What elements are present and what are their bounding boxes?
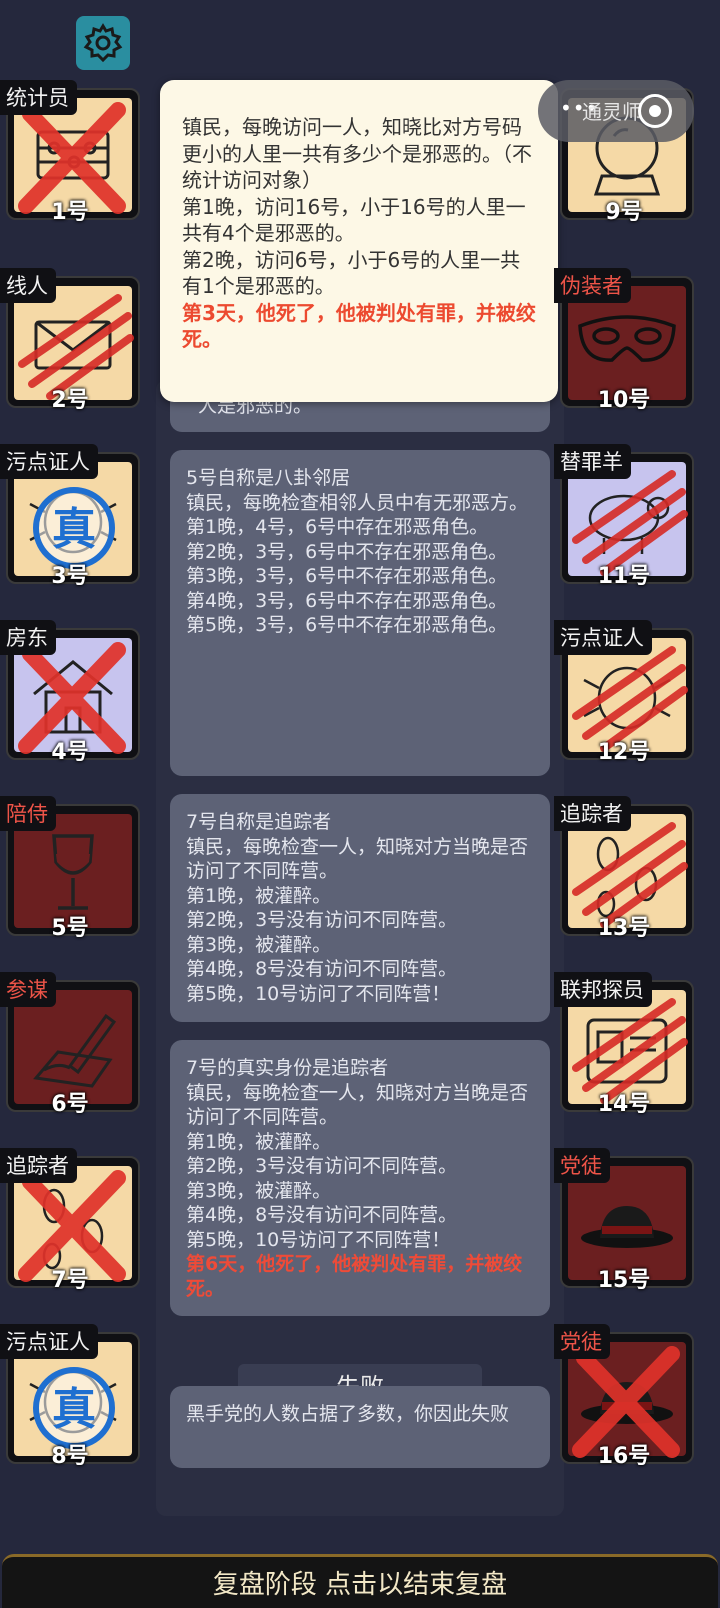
player-number: 16号 [597,1444,651,1469]
player-card-16[interactable]: 真污点证人 8号 [0,1324,140,1469]
log-line: 第4晚，8号没有访问不同阵营。 [186,958,458,980]
log-line: 镇民，每晚检查一人，知晓对方当晚是否访问了不同阵营。 [186,1081,529,1129]
role-label: 替罪羊 [554,444,631,479]
player-card-10[interactable]: 线人 2号 [0,268,140,413]
player-number: 9号 [605,200,643,225]
popup-death-notice: 第3天，他死了，他被判处有罪，并被绞死。 [182,300,536,352]
player-number: 12号 [597,740,651,765]
player-number: 1号 [51,200,89,225]
player-card-14[interactable]: 联邦探员 14号 [554,972,694,1117]
popup-line: 第2晚，访问6号，小于6号的人里一共有1个是邪恶的。 [182,247,521,299]
role-detail-popup[interactable]: 镇民，每晚访问一人，知晓比对方号码更小的人里一共有多少个是邪恶的。（不统计访问对… [160,80,558,402]
end-review-label: 复盘阶段 点击以结束复盘 [212,1570,508,1600]
role-label: 污点证人 [554,620,652,655]
log-line: 镇民，每晚检查一人，知晓对方当晚是否访问了不同阵营。 [186,835,529,883]
log-card-neighbor: 5号自称是八卦邻居 镇民，每晚检查相邻人员中有无邪恶方。 第1晚，4号，6号中存… [170,450,550,776]
player-number: 10号 [597,388,651,413]
log-line: 镇民，每晚检查相邻人员中有无邪恶方。 [186,491,529,514]
popup-line: 第1晚，访问16号，小于16号的人里一共有4个是邪恶的。 [182,194,526,246]
player-card-11[interactable]: 真污点证人 3号 [0,444,140,589]
log-line: 7号的真实身份是追踪者 [186,1057,389,1079]
log-line: 第3晚，被灌醉。 [186,1179,332,1202]
log-line: 第1晚，4号，6号中存在邪恶角色。 [186,516,489,538]
player-card-12[interactable]: 污点证人 12号 [554,620,694,765]
result-text: 黑手党的人数占据了多数，你因此失败 [186,1403,510,1425]
role-label: 伪装者 [554,268,631,303]
gear-icon [83,23,123,63]
log-line: 5号自称是八卦邻居 [186,467,351,489]
player-number: 7号 [51,1268,89,1293]
role-label: 陪侍 [0,796,56,831]
role-label: 统计员 [0,80,77,115]
result-card: 黑手党的人数占据了多数，你因此失败 [170,1386,550,1468]
player-card-14[interactable]: 参谋 6号 [0,972,140,1117]
log-line: 第3晚，3号，6号中不存在邪恶角色。 [186,565,508,587]
player-card-16[interactable]: 党徒 16号 [554,1324,694,1469]
log-line: 第5晚，10号访问了不同阵营！ [186,1228,451,1251]
mini-program-capsule[interactable]: ••• 通灵师 [538,80,694,142]
player-number: 8号 [51,1444,89,1469]
player-card-13[interactable]: 追踪者 13号 [554,796,694,941]
log-line: 第2晚，3号没有访问不同阵营。 [186,909,458,931]
player-card-12[interactable]: 房东 4号 [0,620,140,765]
player-card-11[interactable]: 替罪羊 11号 [554,444,694,589]
log-line: 第3晚，被灌醉。 [186,933,332,956]
role-label: 参谋 [0,972,56,1007]
player-card-15[interactable]: 追踪者 7号 [0,1148,140,1293]
log-line: 第5晚，3号，6号中不存在邪恶角色。 [186,614,508,636]
player-number: 15号 [597,1268,651,1293]
player-card-10[interactable]: 伪装者 10号 [554,268,694,413]
player-card-13[interactable]: 陪侍 5号 [0,796,140,941]
log-line: 第1晚，被灌醉。 [186,884,332,907]
player-number: 6号 [51,1092,89,1117]
player-card-9[interactable]: 统计员 1号 [0,80,140,225]
player-number: 4号 [51,740,89,765]
player-number: 14号 [597,1092,651,1117]
player-number: 5号 [51,916,89,941]
death-notice: 第6天，他死了，他被判处有罪，并被绞死。 [186,1253,523,1300]
settings-button[interactable] [76,16,130,70]
player-number: 13号 [597,916,651,941]
log-line: 第4晚，3号，6号中不存在邪恶角色。 [186,589,508,612]
role-label: 党徒 [554,1324,610,1359]
log-line: 第2晚，3号，6号中不存在邪恶角色。 [186,540,508,563]
log-card-tracker-claim: 7号自称是追踪者 镇民，每晚检查一人，知晓对方当晚是否访问了不同阵营。 第1晚，… [170,794,550,1022]
role-label: 联邦探员 [554,972,652,1007]
log-line: 第1晚，被灌醉。 [186,1130,332,1153]
close-target-icon[interactable] [638,94,672,128]
player-number: 2号 [51,388,89,413]
role-label: 污点证人 [0,1324,98,1359]
role-label: 追踪者 [554,796,631,831]
role-label: 房东 [0,620,56,655]
player-card-15[interactable]: 党徒 15号 [554,1148,694,1293]
log-line: 7号自称是追踪者 [186,811,332,833]
player-number: 3号 [51,564,89,589]
end-review-button[interactable]: 复盘阶段 点击以结束复盘 [2,1554,718,1608]
capsule-role-label: 通灵师 [582,100,642,124]
role-label: 污点证人 [0,444,98,479]
role-label: 线人 [0,268,56,303]
log-line: 第5晚，10号访问了不同阵营！ [186,982,451,1005]
role-label: 党徒 [554,1148,610,1183]
log-card-tracker-true: 7号的真实身份是追踪者 镇民，每晚检查一人，知晓对方当晚是否访问了不同阵营。 第… [170,1040,550,1316]
log-line: 第4晚，8号没有访问不同阵营。 [186,1204,458,1226]
popup-line: 镇民，每晚访问一人，知晓比对方号码更小的人里一共有多少个是邪恶的。（不统计访问对… [182,115,532,192]
role-label: 追踪者 [0,1148,77,1183]
log-line: 第2晚，3号没有访问不同阵营。 [186,1155,458,1177]
player-number: 11号 [597,564,651,589]
